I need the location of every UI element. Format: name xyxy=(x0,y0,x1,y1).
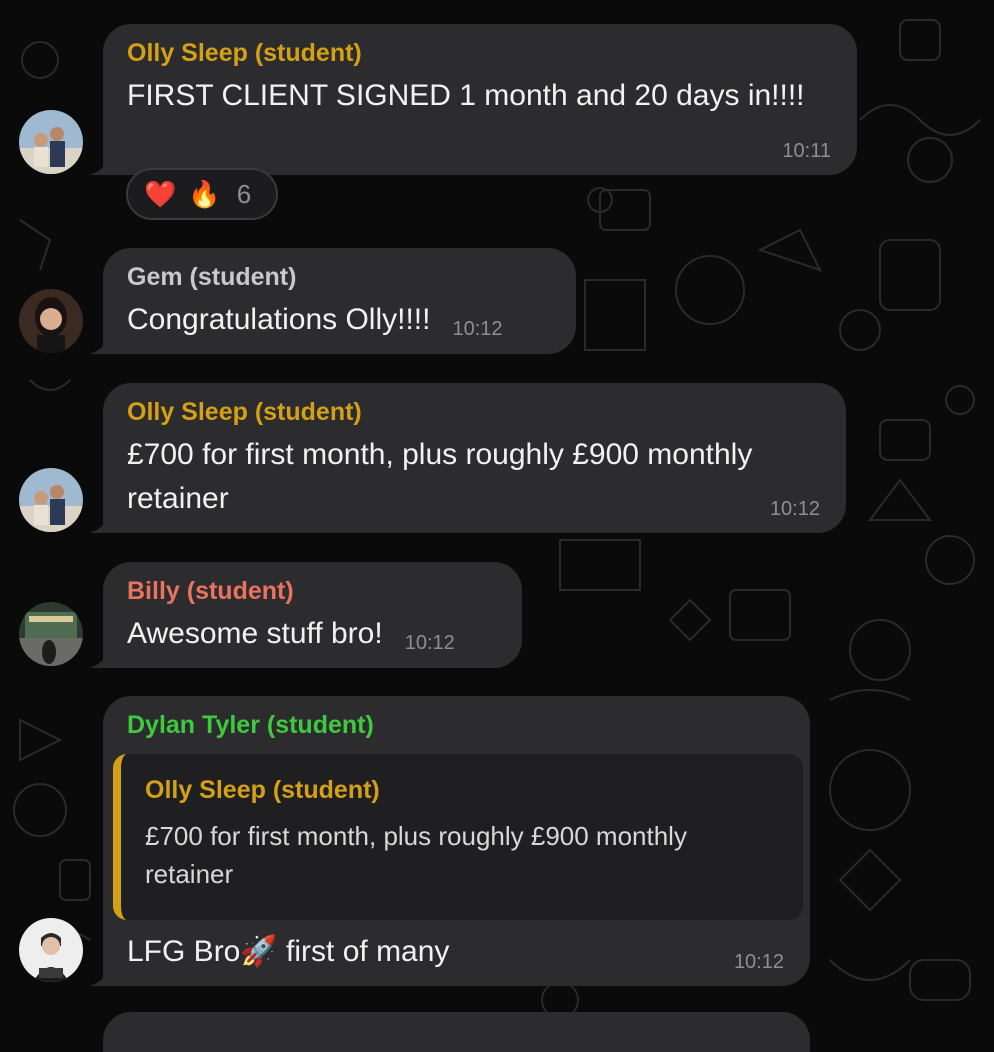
message-bubble[interactable]: Gem (student) Congratulations Olly!!!! 10… xyxy=(89,248,576,354)
reply-quote[interactable]: Olly Sleep (student) £700 for first mont… xyxy=(113,754,803,920)
message-text: £700 for first month, plus roughly £900 … xyxy=(127,438,753,515)
next-message-bubble[interactable] xyxy=(103,1012,810,1052)
message-text: FIRST CLIENT SIGNED 1 month and 20 days … xyxy=(127,79,805,112)
avatar-photo-icon xyxy=(19,110,83,174)
reaction-count: 6 xyxy=(236,178,252,209)
message-time: 10:12 xyxy=(733,951,784,973)
quoted-sender: Olly Sleep (student) xyxy=(145,776,380,804)
bubble-tail xyxy=(89,151,113,175)
avatar-dylan-tyler[interactable] xyxy=(19,918,83,982)
message-text: LFG Bro🚀 first of many xyxy=(127,935,450,968)
avatar-photo-icon xyxy=(19,468,83,532)
quoted-text: £700 for first month, plus roughly £900 … xyxy=(145,821,687,889)
message-time: 10:12 xyxy=(769,498,820,520)
avatar-olly-sleep[interactable] xyxy=(19,468,83,532)
message-text: Congratulations Olly!!!! xyxy=(127,303,431,336)
avatar-photo-icon xyxy=(19,289,83,353)
sender-name[interactable]: Gem (student) xyxy=(127,262,552,292)
avatar-billy[interactable] xyxy=(19,602,83,666)
message-bubble[interactable]: Olly Sleep (student) £700 for first mont… xyxy=(89,383,846,533)
message-text-row: Congratulations Olly!!!! 10:12 xyxy=(127,298,552,351)
message-bubble[interactable]: Billy (student) Awesome stuff bro! 10:12 xyxy=(89,562,522,668)
sender-name[interactable]: Olly Sleep (student) xyxy=(127,38,833,68)
avatar-photo-icon xyxy=(19,602,83,666)
sender-name[interactable]: Olly Sleep (student) xyxy=(127,397,822,427)
bubble-tail xyxy=(89,509,113,533)
bubble-tail xyxy=(89,962,113,986)
message-bubble[interactable]: Dylan Tyler (student) Olly Sleep (studen… xyxy=(89,696,810,986)
heart-icon[interactable]: ❤️ xyxy=(144,181,176,207)
message-time: 10:11 xyxy=(782,140,831,162)
avatar-olly-sleep[interactable] xyxy=(19,110,83,174)
avatar-gem[interactable] xyxy=(19,289,83,353)
sender-name[interactable]: Dylan Tyler (student) xyxy=(127,710,786,740)
avatar-photo-icon xyxy=(19,918,83,982)
message-text-row: Awesome stuff bro! 10:12 xyxy=(127,612,498,665)
reactions-bar[interactable]: ❤️ 🔥 6 xyxy=(126,168,278,220)
sender-name[interactable]: Billy (student) xyxy=(127,576,498,606)
message-text: Awesome stuff bro! xyxy=(127,617,383,650)
message-time: 10:12 xyxy=(404,632,455,654)
bubble-tail xyxy=(89,330,113,354)
message-time: 10:12 xyxy=(452,318,503,340)
fire-icon[interactable]: 🔥 xyxy=(188,181,220,207)
bubble-tail xyxy=(89,644,113,668)
message-bubble[interactable]: Olly Sleep (student) FIRST CLIENT SIGNED… xyxy=(89,24,857,175)
